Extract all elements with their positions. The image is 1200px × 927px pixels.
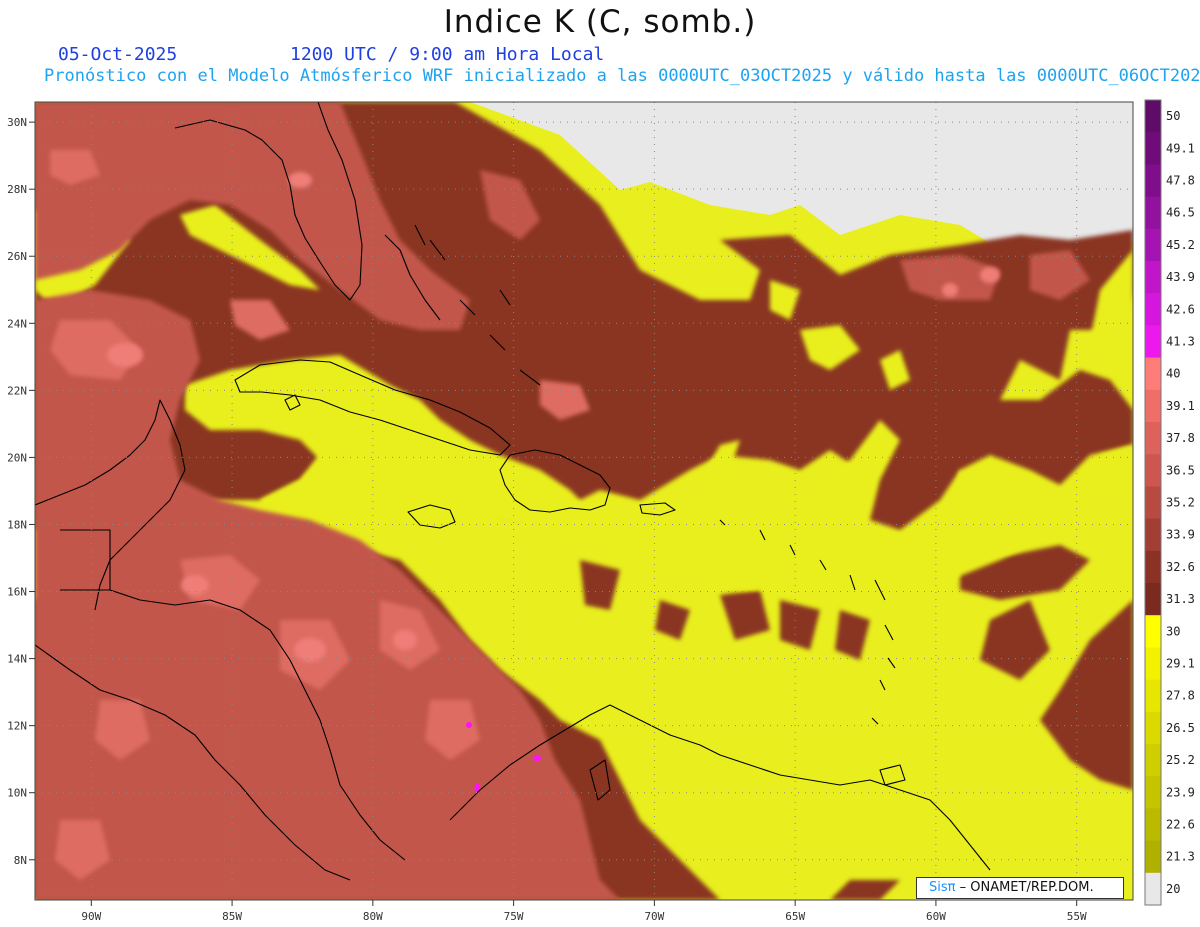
colorbar-swatch	[1145, 776, 1161, 809]
colorbar-swatch	[1145, 518, 1161, 552]
colorbar-swatch	[1145, 325, 1161, 359]
lat-tick-label: 10N	[7, 787, 27, 800]
colorbar-label: 41.3	[1166, 335, 1195, 349]
colorbar-label: 31.3	[1166, 592, 1195, 606]
colorbar-swatch	[1145, 840, 1161, 874]
colorbar-label: 39.1	[1166, 399, 1195, 413]
colorbar-label: 21.3	[1166, 850, 1195, 864]
colorbar-label: 46.5	[1166, 206, 1195, 220]
colorbar-label: 25.2	[1166, 753, 1195, 767]
colorbar-label: 27.8	[1166, 689, 1195, 703]
k-index-field	[35, 102, 1133, 900]
lon-tick-label: 85W	[222, 910, 242, 923]
colorbar-label: 49.1	[1166, 141, 1195, 155]
lat-tick-label: 28N	[7, 183, 27, 196]
lat-tick-label: 16N	[7, 586, 27, 599]
lon-tick-label: 75W	[504, 910, 524, 923]
colorbar-swatch	[1145, 550, 1161, 584]
colorbar-swatch	[1145, 486, 1161, 520]
colorbar-label: 40	[1166, 367, 1180, 381]
lon-tick-label: 90W	[81, 910, 101, 923]
lat-tick-label: 24N	[7, 317, 27, 330]
lon-tick-label: 65W	[785, 910, 805, 923]
colorbar-swatch	[1145, 132, 1161, 165]
colorbar-swatch	[1145, 389, 1161, 423]
credit-text: – ONAMET/REP.DOM.	[959, 880, 1094, 895]
colorbar-swatch	[1145, 100, 1161, 133]
lon-tick-label: 80W	[363, 910, 383, 923]
credit-label: Sisπ – ONAMET/REP.DOM.	[916, 877, 1124, 899]
colorbar-swatch	[1145, 357, 1161, 391]
lon-tick-label: 60W	[926, 910, 946, 923]
colorbar-swatch	[1145, 454, 1161, 487]
colorbar-swatch	[1145, 872, 1161, 906]
k-index-colorbar: 50 49.1 47.8 46.5 45.2 43.9 42.6 41.3 40 39.1 37.8…	[1144, 99, 1195, 906]
k-index-map: 90W 85W 80W 75W 70W 65W 60W 55W 8N 10N 12N 14N 16N 18…	[7, 99, 1195, 923]
lat-tick-label: 20N	[7, 451, 27, 464]
colorbar-swatch	[1145, 679, 1161, 713]
credit-brand: Sisπ	[929, 880, 956, 895]
colorbar-label: 30	[1166, 624, 1180, 638]
lat-tick-label: 26N	[7, 250, 27, 263]
colorbar-swatch	[1145, 808, 1161, 842]
colorbar-label: 22.6	[1166, 818, 1195, 832]
lat-tick-label: 30N	[7, 116, 27, 129]
colorbar-swatch	[1145, 261, 1161, 294]
lat-tick-label: 12N	[7, 720, 27, 733]
colorbar-swatch	[1145, 196, 1161, 230]
colorbar-label: 33.9	[1166, 528, 1195, 542]
lat-tick-label: 14N	[7, 653, 27, 666]
colorbar-label: 45.2	[1166, 238, 1195, 252]
colorbar-label: 43.9	[1166, 270, 1195, 284]
colorbar-label: 37.8	[1166, 431, 1195, 445]
colorbar-swatch	[1145, 422, 1161, 455]
colorbar-label: 32.6	[1166, 560, 1195, 574]
colorbar-label: 26.5	[1166, 721, 1195, 735]
lat-tick-label: 8N	[14, 854, 27, 867]
colorbar-swatch	[1145, 293, 1161, 326]
colorbar-label: 35.2	[1166, 496, 1195, 510]
colorbar-label: 20	[1166, 882, 1180, 896]
lon-tick-label: 70W	[644, 910, 664, 923]
colorbar-swatch	[1145, 583, 1161, 616]
colorbar-label: 42.6	[1166, 302, 1195, 316]
colorbar-label: 29.1	[1166, 657, 1195, 671]
colorbar-label: 50	[1166, 109, 1180, 123]
colorbar-swatch	[1145, 164, 1161, 198]
colorbar-label: 47.8	[1166, 174, 1195, 188]
colorbar-swatch	[1145, 647, 1161, 681]
colorbar-swatch	[1145, 744, 1161, 777]
colorbar-label: 36.5	[1166, 463, 1195, 477]
colorbar-label: 23.9	[1166, 785, 1195, 799]
colorbar-swatch	[1145, 711, 1161, 745]
lat-tick-label: 22N	[7, 384, 27, 397]
colorbar-swatch	[1145, 615, 1161, 648]
colorbar-swatch	[1145, 228, 1161, 262]
lon-tick-label: 55W	[1067, 910, 1087, 923]
lat-tick-label: 18N	[7, 518, 27, 531]
